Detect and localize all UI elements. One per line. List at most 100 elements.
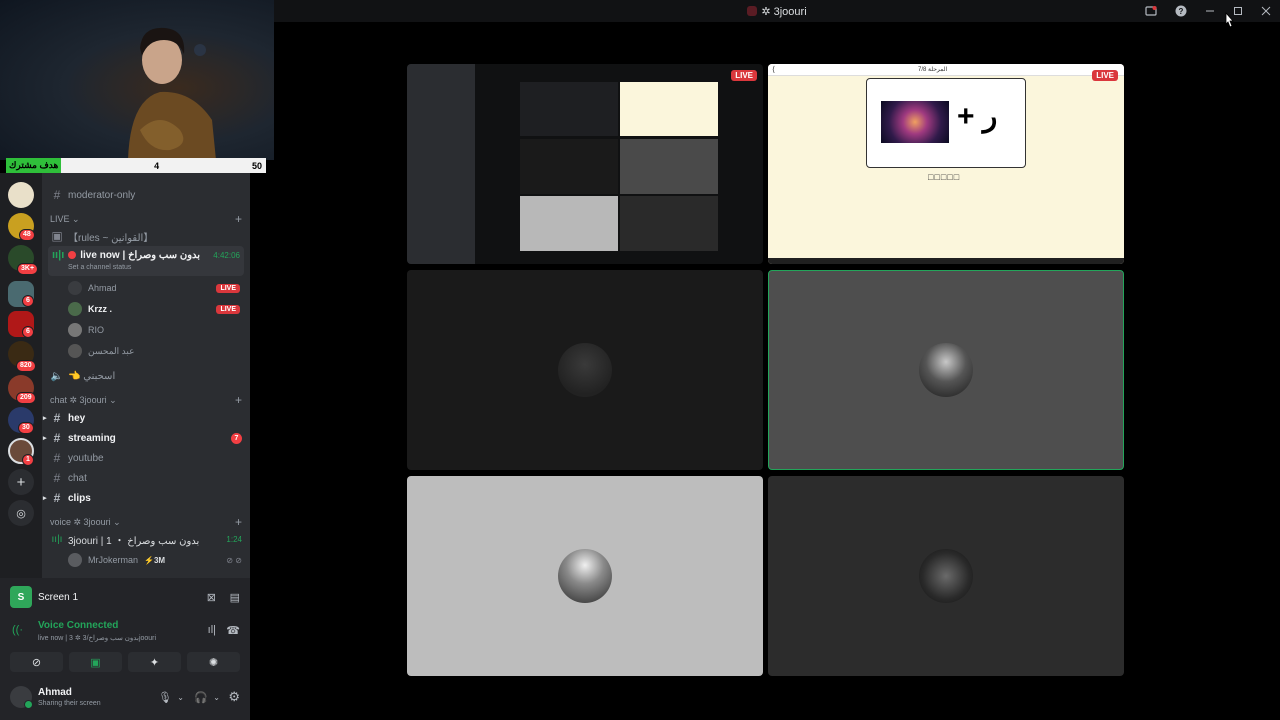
add-channel-icon[interactable]: + xyxy=(235,393,242,407)
server-badge: 30 xyxy=(18,422,34,434)
goal-max: 50 xyxy=(251,160,262,171)
boost-tag: ⚡3M xyxy=(144,555,166,565)
server-badge: 6 xyxy=(22,295,34,307)
user-name: Ahmad xyxy=(38,687,72,698)
soundboard-button[interactable]: ✺ xyxy=(187,652,240,672)
voice-user-mrjokerman[interactable]: MrJokerman ⚡3M ⊘ ⊘ xyxy=(68,550,242,570)
hash-icon: # xyxy=(53,471,61,485)
stream-preview-tile xyxy=(520,139,618,194)
stream-tile-krzz[interactable]: ⟨ المرحلة 7/8 + ر □□□□□ LIVE xyxy=(768,64,1124,264)
muted-icon: ⊘ ⊘ xyxy=(226,555,242,565)
category-label: LIVE xyxy=(50,214,70,224)
voice-user-krzz[interactable]: Krzz . LIVE xyxy=(68,299,242,319)
live-badge: LIVE xyxy=(731,70,757,81)
avatar xyxy=(558,549,612,603)
current-user: Ahmad Sharing their screen 🎙 ⌄ 🎧 ⌄ ⚙ xyxy=(10,682,240,712)
screen-share-row: S Screen 1 ⊠ ▤ xyxy=(10,586,240,608)
window-controls: ? xyxy=(1136,0,1280,22)
hash-icon: # xyxy=(53,411,61,425)
voice-channel-name: live now | بدون سب وصراخ xyxy=(80,249,201,261)
voice-channel-3joouri[interactable]: ıı|ı 3joouri | 1 ・ بدون سب وصراخ 1:24 xyxy=(50,530,244,548)
participant-tile[interactable] xyxy=(407,476,763,676)
avatar xyxy=(68,323,82,337)
voice-user-rio[interactable]: RIO xyxy=(68,320,242,340)
help-icon[interactable]: ? xyxy=(1166,0,1196,22)
signal-icon[interactable]: ((· xyxy=(12,624,23,636)
channel-hey[interactable]: ▸ # hey xyxy=(43,409,244,427)
server-badge: 820 xyxy=(16,360,36,372)
close-button[interactable] xyxy=(1252,0,1280,22)
screen-title: Screen 1 xyxy=(38,591,79,603)
quiz-card: + ر xyxy=(866,78,1026,168)
category-label: chat ✲ 3joouri xyxy=(50,394,107,405)
quiz-header: المرحلة 7/8 xyxy=(918,67,948,73)
voice-user-name: Krzz . xyxy=(88,304,113,314)
voice-connected-channel[interactable]: live now | 3 ✲ بدون سب وصراخ/3joouri xyxy=(38,634,156,642)
user-info[interactable]: Ahmad Sharing their screen xyxy=(38,687,101,707)
avatar[interactable] xyxy=(10,686,33,709)
stream-tile-ahmad[interactable]: LIVE xyxy=(407,64,763,264)
channel-chat[interactable]: # chat xyxy=(50,469,244,487)
chevron-down-icon[interactable]: ⌄ xyxy=(177,693,184,702)
voice-active-icon: ıı|ı xyxy=(51,533,63,545)
participant-tile-speaking[interactable] xyxy=(768,270,1124,470)
category-chat[interactable]: chat ✲ 3joouri ⌄ + xyxy=(50,393,242,407)
discover-icon[interactable]: ◎ xyxy=(8,500,34,526)
channel-clips[interactable]: ▸ # clips xyxy=(43,489,244,507)
voice-connected-label[interactable]: Voice Connected xyxy=(38,620,118,631)
minimize-button[interactable] xyxy=(1196,0,1224,22)
svg-text:?: ? xyxy=(1179,7,1184,16)
stage-channel[interactable]: 🔈 👈 اسحبني xyxy=(50,367,244,385)
channel-streaming[interactable]: ▸ # streaming 7 xyxy=(43,429,244,447)
disconnect-icon[interactable]: ☎ xyxy=(226,624,240,637)
settings-gear-icon[interactable]: ⚙ xyxy=(228,689,240,705)
activities-button[interactable]: ✦ xyxy=(128,652,181,672)
set-status-link[interactable]: Set a channel status xyxy=(68,264,131,271)
mention-badge: 7 xyxy=(231,432,242,444)
screen-avatar: S xyxy=(10,586,32,608)
participant-tile[interactable] xyxy=(768,476,1124,676)
window-title: ✲ 3joouri xyxy=(747,5,807,18)
participant-tile[interactable] xyxy=(407,270,763,470)
call-controls: ⊘ ▣ ✦ ✺ xyxy=(10,652,240,672)
headphones-icon[interactable]: 🎧 xyxy=(194,691,208,704)
channel-youtube[interactable]: # youtube xyxy=(50,449,244,467)
back-icon: ⟨ xyxy=(772,65,776,74)
channel-label: streaming xyxy=(68,432,116,444)
voice-user-ahmad[interactable]: Ahmad LIVE xyxy=(68,278,242,298)
add-channel-icon[interactable]: + xyxy=(235,212,242,226)
add-channel-icon[interactable]: + xyxy=(235,515,242,529)
noise-suppression-icon[interactable]: ıl| xyxy=(208,624,216,636)
channel-label: 3joouri | 1 ・ بدون سب وصراخ xyxy=(68,535,200,547)
channel-rules[interactable]: ▣ 【rules ~ القوانين】 xyxy=(50,227,244,245)
discord-window: ✲ 3joouri ? هدف مشترك 4 50 48 3K+ 6 6 82… xyxy=(0,0,1280,720)
stream-preview-sidebar xyxy=(407,64,475,264)
category-live[interactable]: LIVE ⌄ + xyxy=(50,212,242,226)
server-badge: 6 xyxy=(22,326,34,338)
goal-current: 4 xyxy=(154,160,160,171)
stop-stream-icon[interactable]: ⊠ xyxy=(207,591,216,604)
voice-timer: 1:24 xyxy=(226,534,242,544)
inbox-icon[interactable] xyxy=(1136,0,1166,22)
server-avatar[interactable] xyxy=(8,182,34,208)
channel-moderator-only[interactable]: # moderator-only xyxy=(50,186,244,204)
hash-icon: # xyxy=(53,188,61,202)
category-voice[interactable]: voice ✲ 3joouri ⌄ + xyxy=(50,515,242,529)
camera-off-button[interactable]: ⊘ xyxy=(10,652,63,672)
voice-channel-live-now[interactable]: ıı|ı live now | بدون سب وصراخ 4:42:06 Se… xyxy=(48,246,244,276)
microphone-icon[interactable]: 🎙 xyxy=(158,691,172,704)
voice-active-icon: ıı|ı xyxy=(52,249,65,261)
live-badge: LIVE xyxy=(1092,70,1118,81)
server-badge: 48 xyxy=(19,229,35,241)
add-server-icon[interactable]: + xyxy=(8,469,34,495)
channel-label: 【rules ~ القوانين】 xyxy=(68,232,154,244)
webcam-overlay xyxy=(0,0,274,160)
live-badge: LIVE xyxy=(216,304,240,314)
stream-settings-icon[interactable]: ▤ xyxy=(230,591,240,604)
voice-timer: 4:42:06 xyxy=(213,251,240,260)
chevron-down-icon[interactable]: ⌄ xyxy=(213,693,220,702)
screen-share-button[interactable]: ▣ xyxy=(69,652,122,672)
voice-user-abdulmohsen[interactable]: عبد المحسن xyxy=(68,341,242,361)
quiz-clue: + ر xyxy=(957,100,998,133)
category-label: voice ✲ 3joouri xyxy=(50,516,111,527)
